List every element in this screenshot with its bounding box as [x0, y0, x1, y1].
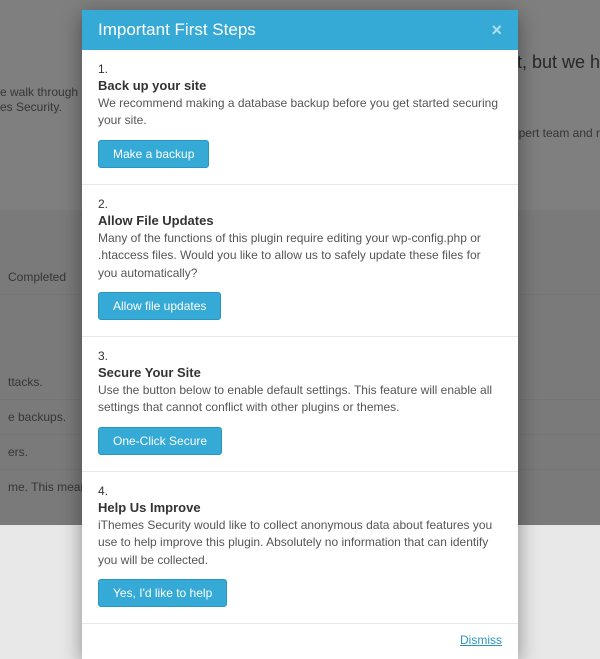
step-number: 3. [98, 349, 502, 363]
step-title: Secure Your Site [98, 365, 502, 380]
step-number: 2. [98, 197, 502, 211]
modal-title: Important First Steps [98, 20, 256, 40]
dismiss-link[interactable]: Dismiss [460, 633, 502, 647]
help-improve-button[interactable]: Yes, I'd like to help [98, 579, 227, 607]
close-icon[interactable]: × [491, 21, 502, 39]
make-backup-button[interactable]: Make a backup [98, 140, 209, 168]
step-backup: 1. Back up your site We recommend making… [82, 50, 518, 185]
step-title: Help Us Improve [98, 500, 502, 515]
step-help-improve: 4. Help Us Improve iThemes Security woul… [82, 472, 518, 624]
one-click-secure-button[interactable]: One-Click Secure [98, 427, 222, 455]
step-description: Use the button below to enable default s… [98, 382, 502, 417]
step-file-updates: 2. Allow File Updates Many of the functi… [82, 185, 518, 337]
step-title: Allow File Updates [98, 213, 502, 228]
step-description: Many of the functions of this plugin req… [98, 230, 502, 282]
first-steps-modal: Important First Steps × 1. Back up your … [82, 10, 518, 659]
modal-footer: Dismiss [82, 624, 518, 659]
step-number: 1. [98, 62, 502, 76]
step-description: We recommend making a database backup be… [98, 95, 502, 130]
allow-file-updates-button[interactable]: Allow file updates [98, 292, 221, 320]
step-title: Back up your site [98, 78, 502, 93]
modal-header: Important First Steps × [82, 10, 518, 50]
step-number: 4. [98, 484, 502, 498]
step-secure-site: 3. Secure Your Site Use the button below… [82, 337, 518, 472]
